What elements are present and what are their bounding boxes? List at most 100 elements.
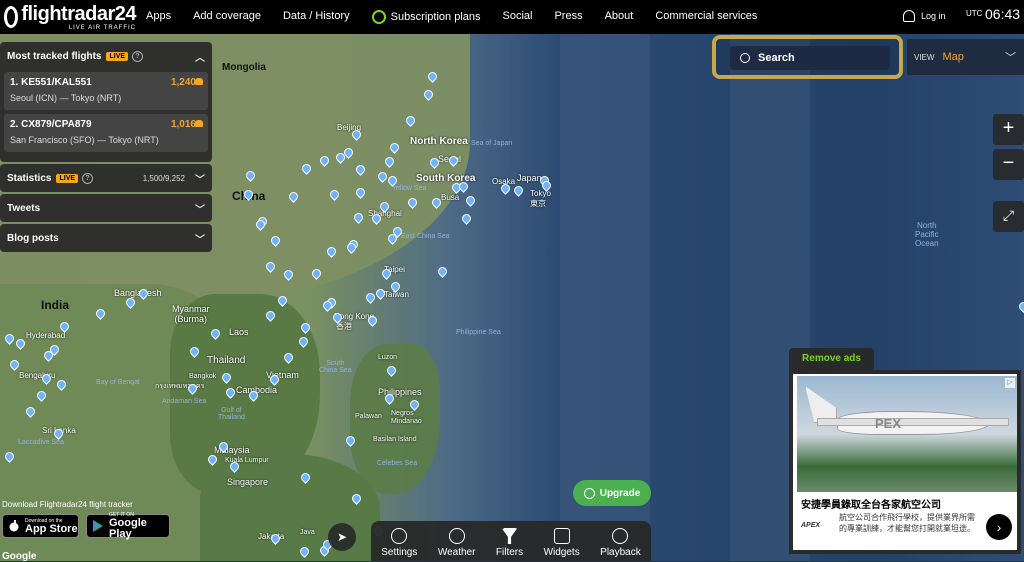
panel-scroll-handle[interactable] <box>0 156 212 162</box>
nav-about[interactable]: About <box>605 10 634 24</box>
app-store-button[interactable]: Download on the App Store <box>2 514 79 538</box>
map-label: Laos <box>229 327 249 337</box>
map-label: Palawan <box>355 413 382 420</box>
history-icon <box>612 528 629 544</box>
map-label: Philippine Sea <box>456 329 501 336</box>
map-label: North Pacific Ocean <box>915 221 939 248</box>
plane-wing <box>817 418 1009 426</box>
search-icon <box>740 53 750 63</box>
weather-label: Weather <box>437 547 476 558</box>
map-label: Singapore <box>227 477 269 487</box>
navigation-arrow-icon: ➤ <box>336 530 348 544</box>
subscription-icon <box>371 10 386 24</box>
settings-button[interactable]: Settings <box>381 528 417 561</box>
nav-social[interactable]: Social <box>503 10 533 24</box>
people-icon <box>195 120 203 127</box>
map-label: Hyderabad <box>26 331 66 340</box>
live-badge: LIVE <box>56 173 79 183</box>
ad-next-button[interactable]: › <box>986 514 1012 540</box>
blog-posts-title: Blog posts <box>7 232 59 244</box>
google-play-line2: Google Play <box>109 517 147 540</box>
advertisement[interactable]: PEX ▷ 安捷學員錄取全台各家航空公司 APEX 航空公司合作飛行學校，提供業… <box>789 370 1021 554</box>
map-label: Gulf of Thailand <box>218 407 245 421</box>
top-navigation-bar: flightradar24 LIVE AIR TRAFFIC Apps Add … <box>0 0 1024 34</box>
people-icon <box>195 78 203 85</box>
map-label: Basilan Island <box>373 436 417 443</box>
tracked-flight-item[interactable]: 2. CX879/CPA879 San Francisco (SFO) — To… <box>4 114 208 152</box>
zoom-in-button[interactable]: + <box>993 114 1024 145</box>
statistics-title: Statistics <box>7 172 52 184</box>
nav-subscription-plans[interactable]: Subscription plans <box>371 10 481 24</box>
tweets-widget[interactable]: Tweets ﹀ <box>0 194 212 222</box>
locate-me-button[interactable]: ➤ <box>328 523 356 551</box>
search-input[interactable]: Search <box>730 46 890 70</box>
nav-commercial-services[interactable]: Commercial services <box>655 10 757 24</box>
most-tracked-title: Most tracked flights <box>7 50 102 62</box>
logo-icon <box>4 6 19 28</box>
tweets-title: Tweets <box>7 202 41 214</box>
aircraft-marker[interactable] <box>436 265 449 278</box>
nav-subscription-label: Subscription plans <box>390 11 481 23</box>
map-label: Mongolia <box>222 62 266 73</box>
chevron-down-icon: ﹀ <box>1005 52 1016 64</box>
ad-logo: APEX <box>801 522 821 529</box>
tracked-flight-item[interactable]: 1. KE551/KAL551 Seoul (ICN) — Tokyo (NRT… <box>4 72 208 110</box>
filters-label: Filters <box>495 547 524 558</box>
login-button[interactable]: Log in <box>903 10 946 22</box>
map-label: East China Sea <box>401 233 450 240</box>
map-label: Java <box>300 529 315 536</box>
remove-ads-button[interactable]: Remove ads <box>789 348 874 370</box>
upgrade-icon <box>583 487 595 499</box>
weather-button[interactable]: Weather <box>437 528 476 561</box>
help-icon[interactable]: ? <box>82 172 94 184</box>
google-logo: Google <box>2 551 37 562</box>
help-icon[interactable]: ? <box>132 50 144 62</box>
chevron-down-icon[interactable]: ﹀ <box>195 231 205 246</box>
aircraft-marker[interactable] <box>460 212 473 225</box>
chevron-up-icon[interactable]: ︿ <box>195 49 205 64</box>
flight-route: Seoul (ICN) — Tokyo (NRT) <box>10 93 122 103</box>
bottom-toolbar: Settings Weather Filters Widgets Playbac… <box>371 521 651 561</box>
upgrade-label: Upgrade <box>599 487 641 499</box>
statistics-widget[interactable]: Statistics LIVE ? 1,500/9,252 ﹀ <box>0 164 212 192</box>
chevron-down-icon[interactable]: ﹀ <box>195 171 205 186</box>
view-label: VIEW <box>914 52 935 62</box>
chevron-right-icon: › <box>996 519 1002 535</box>
nav-apps[interactable]: Apps <box>146 10 171 24</box>
upgrade-button[interactable]: Upgrade <box>573 480 651 506</box>
ad-image: PEX ▷ <box>797 376 1017 492</box>
google-play-button[interactable]: GET IT ON Google Play <box>86 512 170 540</box>
app-store-line2: App Store <box>25 522 78 535</box>
map-label: North Korea <box>410 136 468 147</box>
aircraft-marker[interactable] <box>1017 300 1024 313</box>
map-label: Thailand <box>207 355 246 366</box>
map-label: Yellow Sea <box>392 185 427 192</box>
fullscreen-icon: ⤢ <box>1002 207 1015 223</box>
search-highlight: Search <box>712 35 903 79</box>
ad-description: 航空公司合作飛行學校，提供業界所需的專業訓練，才能幫您打開就業坦途。 <box>839 513 975 533</box>
fullscreen-button[interactable]: ⤢ <box>993 201 1024 232</box>
map-label: Myanmar (Burma) <box>172 304 210 324</box>
zoom-out-button[interactable]: − <box>993 149 1024 180</box>
login-label: Log in <box>921 11 946 21</box>
blog-posts-widget[interactable]: Blog posts ﹀ <box>0 224 212 252</box>
nav-data-history[interactable]: Data / History <box>283 10 350 24</box>
chevron-down-icon[interactable]: ﹀ <box>195 201 205 216</box>
aircraft-marker[interactable] <box>464 194 477 207</box>
ad-title: 安捷學員錄取全台各家航空公司 <box>801 500 941 511</box>
widgets-label: Widgets <box>543 547 580 558</box>
widgets-button[interactable]: Widgets <box>544 528 580 561</box>
ad-choices-icon[interactable]: ▷ <box>1005 378 1015 388</box>
nav-add-coverage[interactable]: Add coverage <box>193 10 261 24</box>
map-label: Bangkok <box>189 373 217 380</box>
map-label: Celebes Sea <box>377 460 418 467</box>
playback-button[interactable]: Playback <box>600 528 641 561</box>
filters-button[interactable]: Filters <box>496 528 523 561</box>
logo-text: flightradar24 <box>21 2 136 25</box>
most-tracked-header[interactable]: Most tracked flights LIVE ? ︿ <box>0 42 212 70</box>
download-app-text: Download Flightradar24 flight tracker <box>2 500 133 509</box>
aircraft-marker[interactable] <box>512 184 525 197</box>
view-selector[interactable]: VIEW Map ﹀ <box>907 39 1024 75</box>
nav-press[interactable]: Press <box>554 10 582 24</box>
flightradar24-logo[interactable]: flightradar24 LIVE AIR TRAFFIC <box>4 4 136 31</box>
